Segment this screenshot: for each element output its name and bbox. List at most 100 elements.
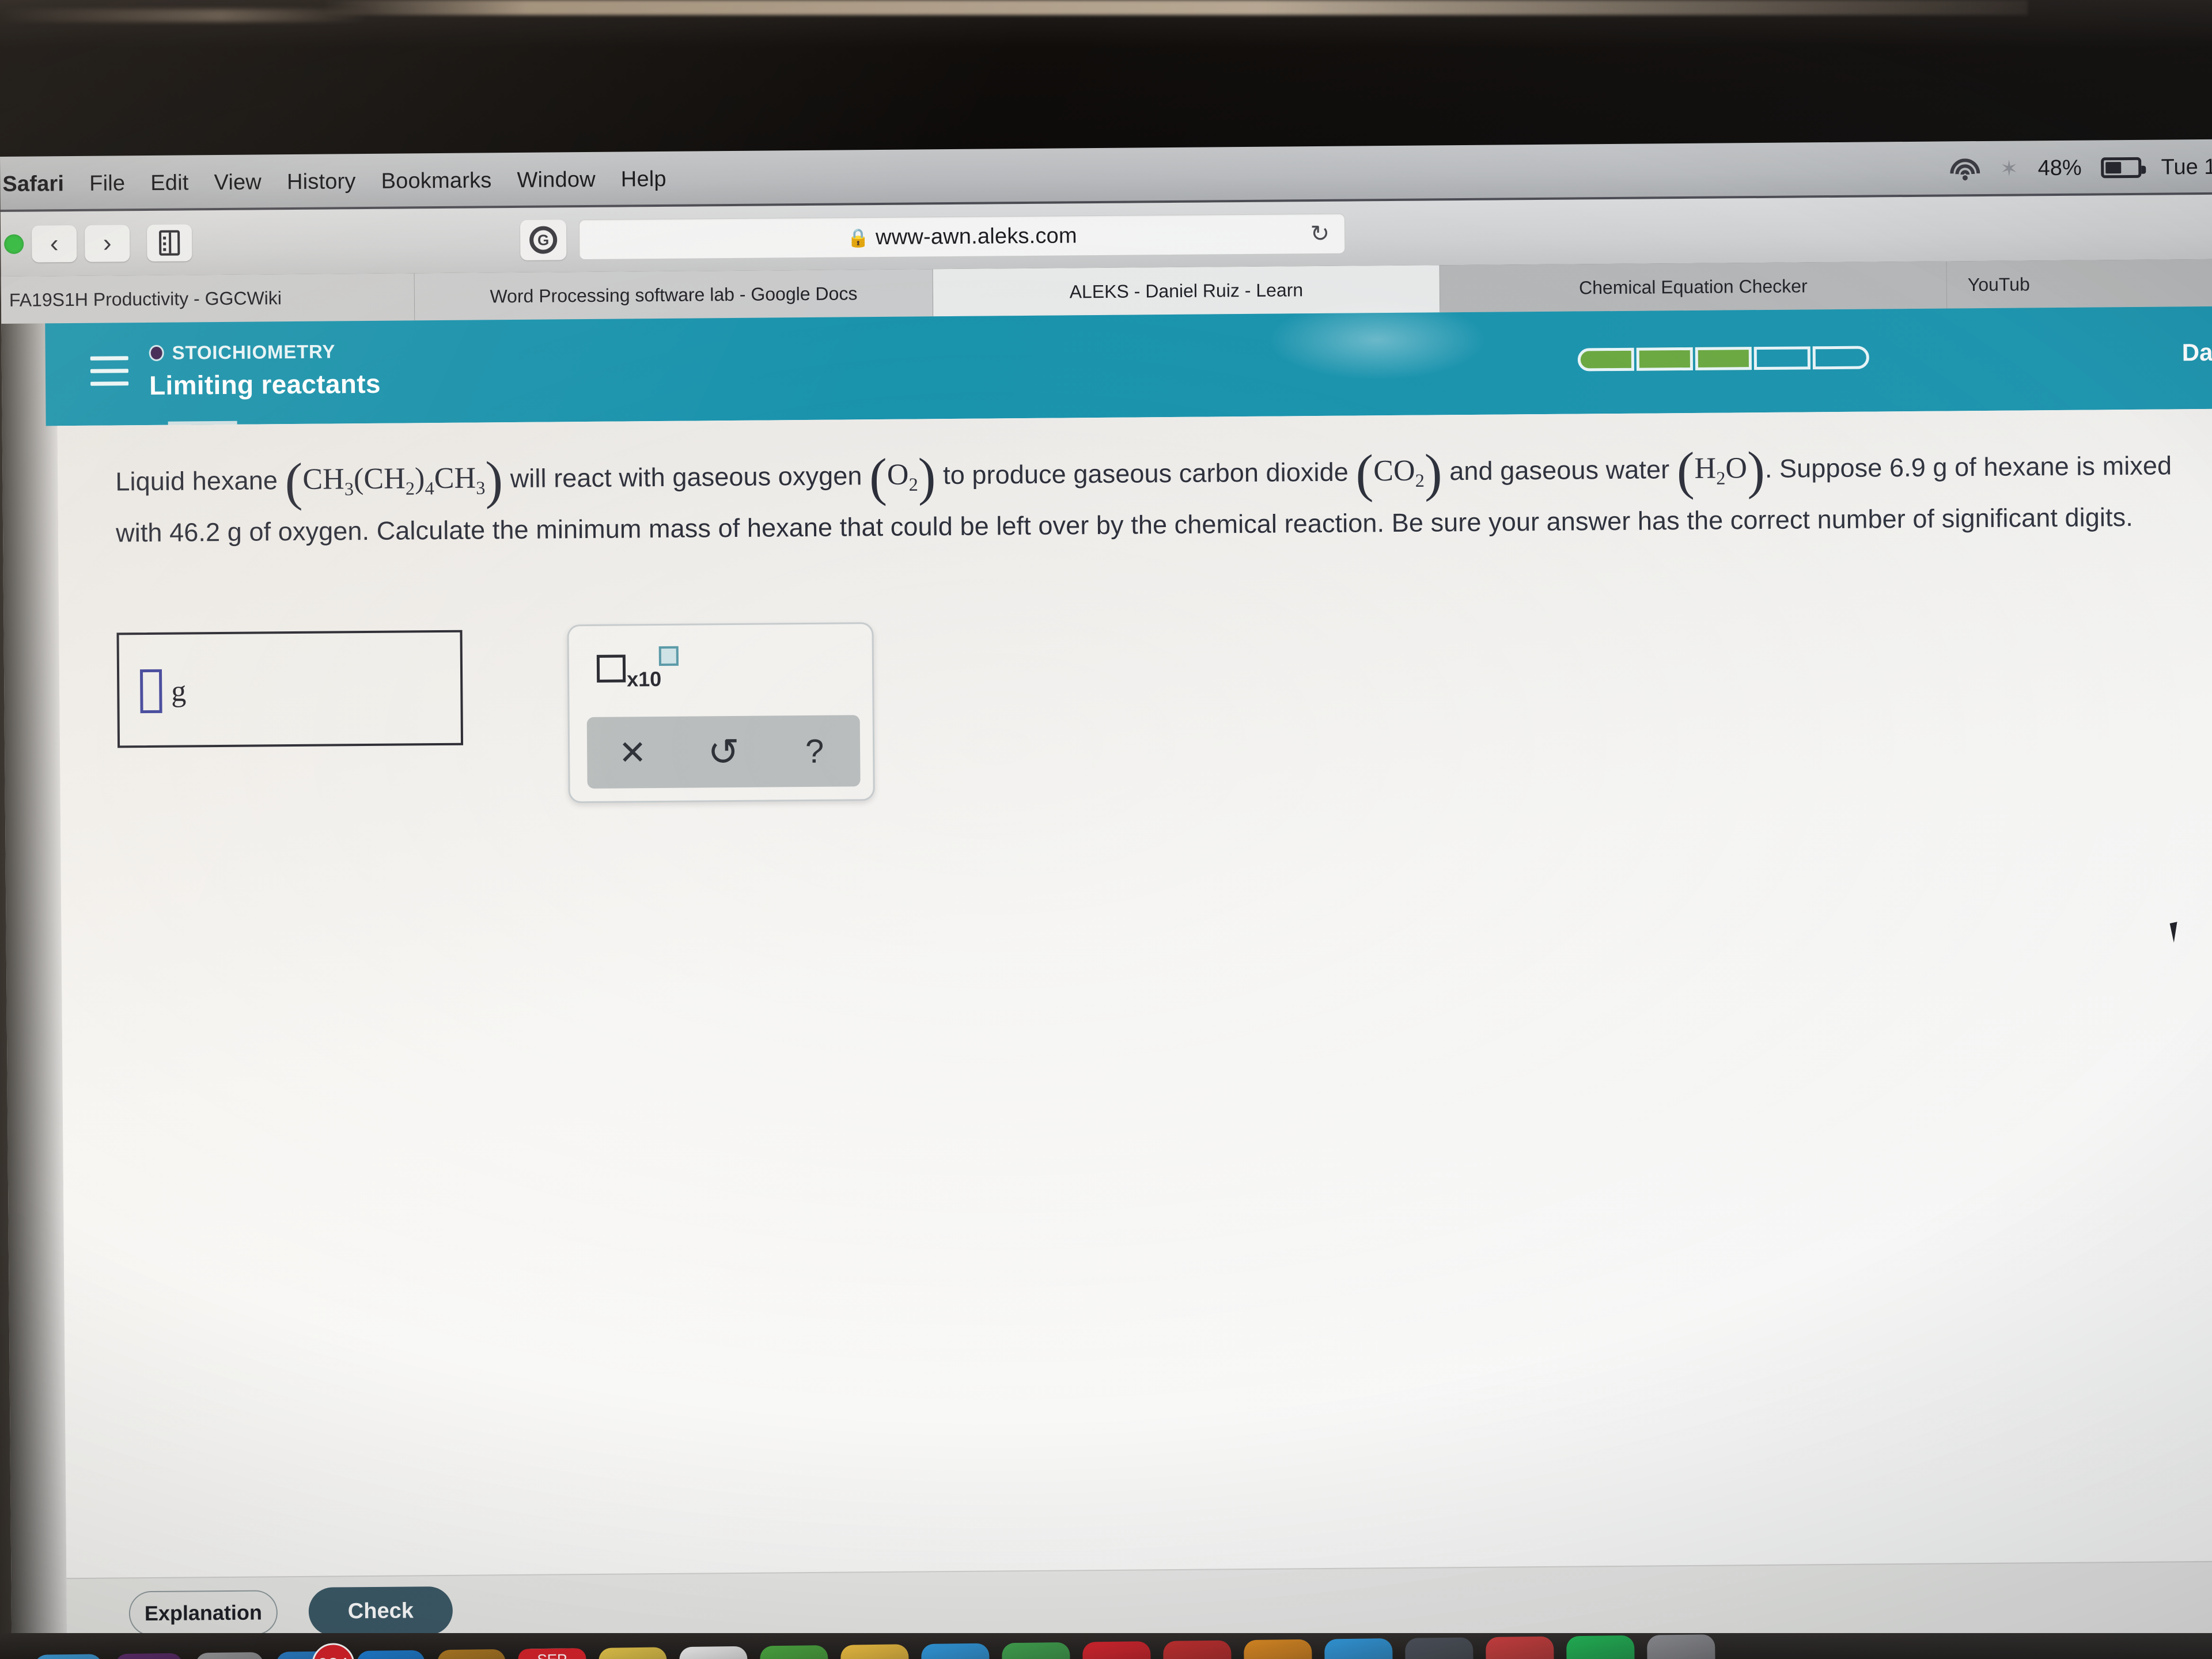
question-content-area: Liquid hexane (CH3(CH2)4CH3) will react … [57,408,2212,1578]
empty-box-icon [596,654,626,683]
tab-youtube[interactable]: YouTub [1946,259,2212,309]
progress-indicator [1577,346,1869,372]
safari-icon[interactable] [357,1650,426,1659]
check-button[interactable]: Check [308,1586,453,1636]
mail-icon[interactable]: 934 [276,1643,355,1659]
menu-bookmarks[interactable]: Bookmarks [368,168,504,194]
notes-icon[interactable] [437,1649,506,1659]
progress-segment [1812,346,1869,370]
dock-badge: 934 [312,1643,355,1659]
siri-icon[interactable] [115,1653,184,1659]
messages-icon[interactable] [921,1643,990,1659]
tab-aleks-learn[interactable]: ALEKS - Daniel Ruiz - Learn [933,265,1441,317]
open-paren: ( [1676,441,1695,501]
sidebar-icon [159,230,180,256]
close-paren: ) [1424,443,1443,502]
clear-x-icon[interactable]: ✕ [587,733,679,772]
trash-icon[interactable] [1647,1634,1716,1659]
page-left-shadow [1,323,67,1659]
open-paren: ( [869,447,888,507]
menu-help[interactable]: Help [608,166,679,192]
tab-ggcwiki[interactable]: FA19S1H Productivity - GGCWiki [1,273,415,324]
menu-bar-clock[interactable]: Tue 10:5 [2161,154,2212,180]
answer-input-box[interactable]: g [116,630,464,748]
macos-dock: 934 SEP24 [0,1633,2212,1659]
close-paren: ) [484,450,503,510]
laptop-screen: Safari File Edit View History Bookmarks … [0,139,2212,1659]
spotify-icon[interactable] [1566,1635,1635,1659]
progress-segment [1636,347,1694,371]
question-part-1: Liquid hexane [115,465,278,497]
palette-action-row: ✕ ↺ ? [586,715,861,789]
open-paren: ( [1355,444,1374,503]
discord-icon[interactable] [1405,1637,1474,1659]
menu-edit[interactable]: Edit [138,171,202,196]
downloads-icon[interactable] [1486,1636,1555,1659]
calendar-icon[interactable]: SEP24 [518,1648,587,1659]
grammarly-extension-button[interactable]: G [520,219,567,260]
header-titles: STOICHIOMETRY Limiting reactants [149,340,381,401]
tab-chemical-equation-checker[interactable]: Chemical Equation Checker [1440,261,1948,313]
lock-icon: 🔒 [847,227,870,248]
tab-google-docs[interactable]: Word Processing software lab - Google Do… [414,269,934,321]
progress-segment [1695,347,1752,370]
scientific-notation-button[interactable]: x10 [596,646,679,692]
math-input-palette: x10 ✕ ↺ ? [567,622,875,804]
photos-icon[interactable] [840,1644,910,1659]
formula-hexane: CH3(CH2)4CH3 [302,461,486,499]
bluetooth-icon[interactable]: ✶ [2000,156,2018,181]
formula-water: H2O [1694,452,1748,488]
question-mark-icon[interactable]: ? [769,732,861,771]
grammarly-icon: G [529,226,558,254]
excel-icon[interactable] [1002,1642,1071,1659]
menu-view[interactable]: View [201,170,274,195]
menu-apple-safari[interactable]: Safari [0,171,77,196]
window-zoom-green-button[interactable] [4,234,24,254]
numbers-icon[interactable] [760,1645,829,1659]
menu-file[interactable]: File [77,171,138,196]
menu-history[interactable]: History [274,169,369,194]
netflix-icon[interactable] [1082,1641,1152,1659]
undo-arrow-icon[interactable]: ↺ [678,729,770,774]
menu-window[interactable]: Window [504,167,608,192]
address-bar[interactable]: 🔒 www-awn.aleks.com ↻ [578,213,1346,260]
wifi-icon[interactable] [1949,157,1980,181]
topic-category-label: STOICHIOMETRY [172,340,336,363]
finder-icon[interactable] [34,1654,103,1659]
pages-icon[interactable] [599,1647,668,1659]
battery-icon[interactable] [2101,157,2142,179]
calendar-month-label: SEP [518,1648,586,1659]
bezel-glare [323,0,2028,15]
menu-bar-status-items: ✶ 48% Tue 10:5 [1949,139,2212,196]
dock-icon-row: 934 SEP24 [34,1634,1716,1659]
explanation-button[interactable]: Explanation [128,1590,278,1637]
page-title: Limiting reactants [149,368,381,400]
firefox-icon[interactable] [1244,1639,1313,1659]
progress-segment [1753,346,1810,370]
scientific-notation-label: x10 [626,667,662,691]
laptop-bezel-top [0,0,2212,158]
user-name-label[interactable]: Dani [2182,339,2212,367]
back-button[interactable]: ‹ [31,225,77,263]
answer-input-field[interactable] [139,669,162,714]
forward-button[interactable]: › [84,225,130,262]
aleks-app-header: STOICHIOMETRY Limiting reactants Dani [45,306,2212,426]
launchpad-icon[interactable] [195,1652,264,1659]
topic-kicker: STOICHIOMETRY [149,340,381,364]
exponent-box-icon [658,646,679,666]
word-icon[interactable] [1163,1640,1232,1659]
topic-status-dot-icon [149,344,164,361]
close-paren: ) [918,447,936,506]
question-part-4: and gaseous water [1449,454,1670,486]
hamburger-menu-icon[interactable] [90,356,129,390]
formula-carbon-dioxide: CO2 [1373,454,1425,491]
sidebar-toggle-button[interactable] [146,224,192,262]
open-paren: ( [285,452,303,512]
reload-icon[interactable]: ↻ [1310,221,1330,247]
question-part-2: will react with gaseous oxygen [510,461,862,494]
skype-icon[interactable] [1324,1638,1393,1659]
progress-segment [1577,347,1635,372]
reminders-icon[interactable] [679,1646,748,1659]
formula-oxygen: O2 [887,458,919,495]
answer-inner: g [139,669,187,714]
